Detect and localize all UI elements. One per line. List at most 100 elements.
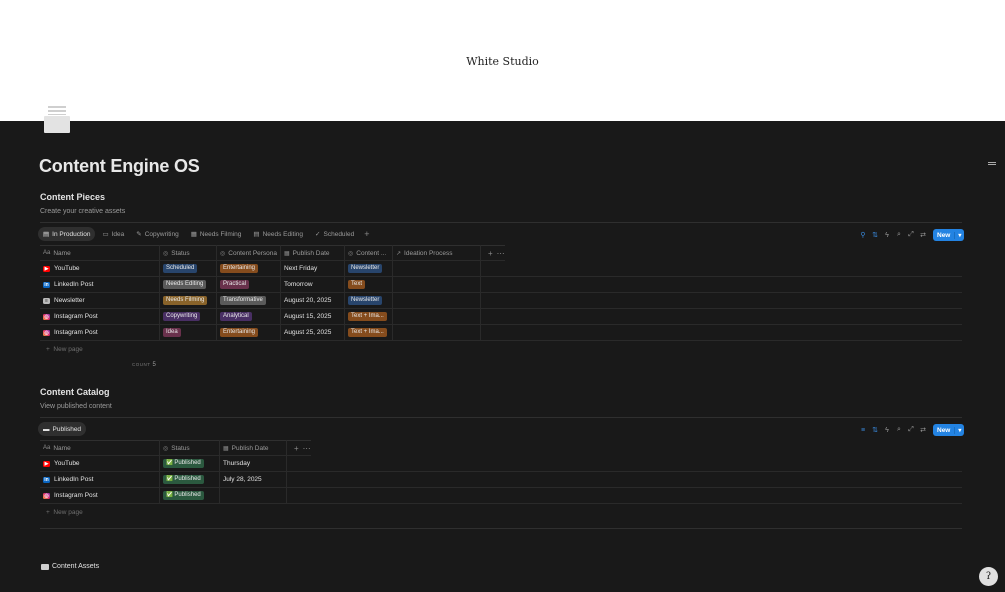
status-label: Published — [174, 476, 201, 482]
table-row[interactable]: ◎ Instagram Post ✅ Published — [40, 487, 962, 504]
calendar-icon: ▦ — [223, 445, 229, 452]
column-header[interactable]: Aa Name — [40, 440, 160, 456]
table-row[interactable]: ≡ Newsletter Needs Filming Transformative Au… — [40, 292, 962, 309]
check-icon: ✓ — [315, 231, 321, 238]
chevron-down-icon[interactable]: ▾ — [954, 426, 964, 434]
add-column-icon[interactable]: + — [294, 444, 299, 453]
row-name[interactable]: ≡ Newsletter — [43, 297, 85, 304]
column-header[interactable]: Aa Name — [40, 245, 160, 261]
filter-icon[interactable]: ≡ — [857, 427, 869, 434]
publish-date: Tomorrow — [284, 281, 313, 288]
more-icon[interactable]: ⋯ — [303, 444, 311, 453]
page-cover[interactable]: White Studio — [0, 0, 1005, 121]
tab-idea[interactable]: ▭ Idea — [97, 227, 129, 241]
status-badge: Needs Filming — [163, 296, 208, 305]
row-name[interactable]: ▶ YouTube — [43, 460, 80, 467]
header-actions: + ⋯ — [481, 245, 505, 261]
content-pieces-title[interactable]: Content Pieces — [40, 192, 105, 202]
select-icon: ◎ — [220, 250, 226, 257]
expand-icon[interactable]: ⤢ — [905, 426, 917, 434]
add-column-icon[interactable]: + — [488, 249, 493, 258]
row-name[interactable]: ◎ Instagram Post — [43, 492, 98, 499]
content-catalog-new-button[interactable]: New ▾ — [933, 424, 965, 436]
row-name-text: Newsletter — [54, 297, 85, 304]
automation-icon[interactable]: ϟ — [881, 232, 893, 239]
publish-date: Thursday — [223, 460, 251, 467]
sort-icon[interactable]: ⇅ — [869, 231, 881, 239]
table-row[interactable]: ◎ Instagram Post Copywriting Analytical Augu… — [40, 308, 962, 325]
row-name[interactable]: ◎ Instagram Post — [43, 313, 98, 320]
tab-scheduled[interactable]: ✓ Scheduled — [310, 227, 359, 241]
content-catalog-toolbar: ≡ ⇅ ϟ ⌕ ⤢ ⇄ New ▾ — [857, 424, 965, 436]
tab-label: Scheduled — [323, 230, 355, 238]
content-pieces-new-button[interactable]: New ▾ — [933, 229, 965, 241]
text-icon: Aa — [43, 445, 51, 451]
column-header[interactable]: ◎ Content ... — [345, 245, 393, 261]
content-assets-link[interactable]: Content Assets — [41, 563, 99, 570]
column-header[interactable]: ▦ Publish Date — [281, 245, 345, 261]
status-badge: ✅ Published — [163, 491, 204, 500]
column-header[interactable]: ↗ Ideation Process — [393, 245, 481, 261]
expand-icon[interactable]: ⤢ — [905, 231, 917, 239]
table-row[interactable]: ▶ YouTube Scheduled Entertaining Next Friday… — [40, 260, 962, 277]
tab-needs-editing[interactable]: ▤ Needs Editing — [248, 227, 308, 241]
tab-copywriting[interactable]: ✎ Copywriting — [131, 227, 183, 241]
chevron-down-icon[interactable]: ▾ — [954, 231, 964, 239]
settings-icon[interactable]: ⇄ — [917, 426, 929, 434]
table-row[interactable]: ▶ YouTube ✅ Published Thursday — [40, 455, 962, 472]
calendar-icon: ▦ — [284, 250, 290, 257]
tab-in-production[interactable]: ▤ In Production — [38, 227, 96, 241]
row-name[interactable]: ◎ Instagram Post — [43, 329, 98, 336]
search-icon[interactable]: ⌕ — [893, 231, 905, 239]
status-icon: ◎ — [163, 250, 169, 257]
content-pieces-subtitle: Create your creative assets — [40, 208, 126, 215]
persona-badge: Entertaining — [220, 328, 259, 337]
row-name[interactable]: ▶ YouTube — [43, 265, 80, 272]
row-name-text: YouTube — [54, 265, 80, 272]
filter-icon[interactable]: ⚲ — [857, 231, 869, 239]
linkedin-icon: in — [43, 282, 50, 288]
row-name-text: YouTube — [54, 460, 80, 467]
add-view-icon[interactable]: + — [361, 229, 372, 239]
content-catalog-tabs: ▬ Published — [38, 422, 88, 436]
linkedin-icon: in — [43, 477, 50, 483]
youtube-icon: ▶ — [43, 266, 50, 272]
settings-icon[interactable]: ⇄ — [917, 231, 929, 239]
search-icon[interactable]: ⌕ — [893, 426, 905, 434]
content-pieces-new-page[interactable]: + New page — [46, 346, 83, 353]
film-icon: ▭ — [102, 231, 109, 238]
column-header[interactable]: ◎ Status — [160, 440, 220, 456]
plus-icon: + — [46, 509, 52, 516]
youtube-icon: ▶ — [43, 461, 50, 467]
book-icon: ▬ — [43, 425, 50, 433]
sort-icon[interactable]: ⇅ — [869, 426, 881, 434]
page-menu-icon[interactable] — [988, 162, 996, 165]
table-row[interactable]: in LinkedIn Post Needs Editing Practical Tom… — [40, 276, 962, 293]
instagram-icon: ◎ — [43, 330, 50, 336]
page-icon[interactable] — [44, 106, 70, 133]
content-catalog-subtitle: View published content — [40, 403, 112, 410]
content-catalog-title[interactable]: Content Catalog — [40, 387, 110, 397]
column-header[interactable]: ◎ Content Persona — [217, 245, 281, 261]
table-row[interactable]: in LinkedIn Post ✅ Published July 28, 2025 — [40, 471, 962, 488]
content-catalog-table: Aa Name ◎ Status ▦ Publish Date + ⋯ ▶ YouTube ✅ Pu… — [40, 440, 962, 510]
content-catalog-new-page[interactable]: + New page — [46, 509, 83, 516]
column-header-label: Content Persona — [228, 249, 278, 257]
column-header[interactable]: ▦ Publish Date — [220, 440, 287, 456]
tab-needs-filming[interactable]: ▦ Needs Filming — [186, 227, 247, 241]
column-header-label: Status — [171, 249, 190, 257]
column-header[interactable]: ◎ Status — [160, 245, 217, 261]
help-icon[interactable]: ʔ — [979, 567, 998, 586]
automation-icon[interactable]: ϟ — [881, 427, 893, 434]
tab-label: Needs Editing — [262, 230, 304, 238]
content-pieces-table: Aa Name ◎ Status ◎ Content Persona ▦ Publish Da… — [40, 245, 962, 355]
row-name[interactable]: in LinkedIn Post — [43, 476, 93, 483]
table-row[interactable]: ◎ Instagram Post Idea Entertaining August 25… — [40, 324, 962, 341]
more-icon[interactable]: ⋯ — [497, 249, 505, 258]
row-name[interactable]: in LinkedIn Post — [43, 281, 93, 288]
page-title: Content Engine OS — [39, 156, 200, 176]
status-badge: Scheduled — [163, 264, 198, 273]
tab-published[interactable]: ▬ Published — [38, 422, 87, 436]
count-summary[interactable]: COUNT 5 — [132, 362, 156, 368]
plus-icon: + — [46, 346, 52, 353]
